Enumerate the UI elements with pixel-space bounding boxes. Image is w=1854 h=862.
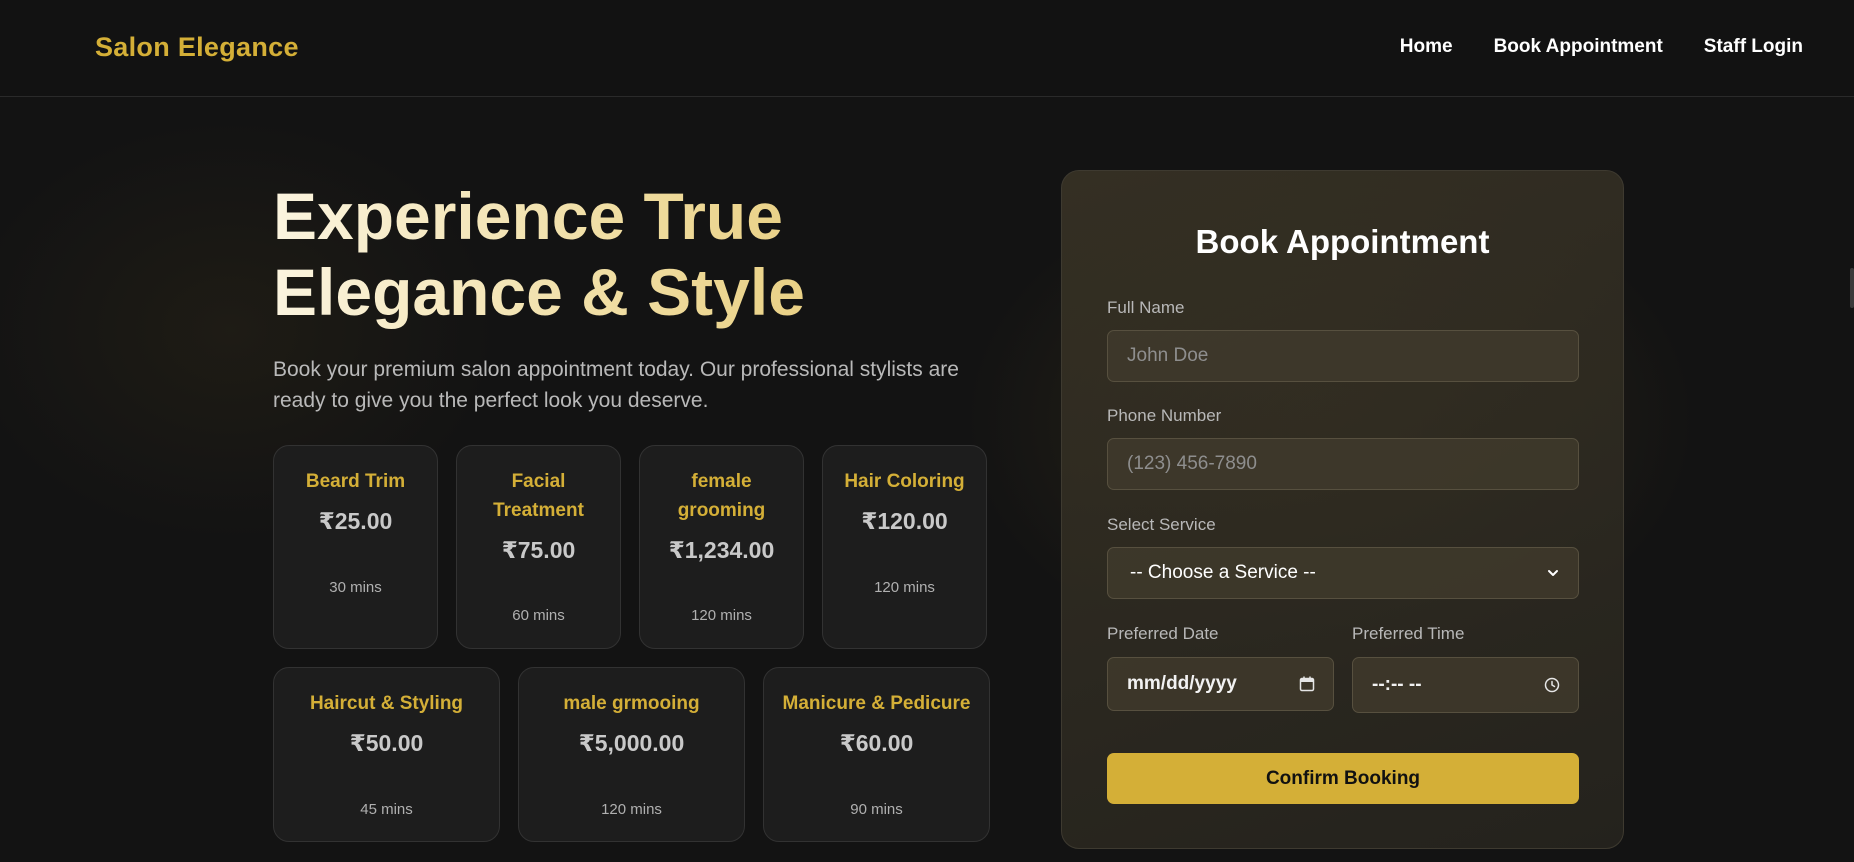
service-name: female grooming [677, 471, 766, 521]
service-select-label: Select Service [1107, 515, 1216, 534]
hero-section: Experience True Elegance & Style Book yo… [273, 178, 993, 416]
time-input[interactable]: --:-- -- [1352, 657, 1579, 713]
phone-label: Phone Number [1107, 406, 1222, 425]
brand-logo[interactable]: Salon Elegance [95, 32, 299, 63]
service-duration: 120 mins [691, 607, 752, 624]
service-duration: 120 mins [601, 801, 662, 818]
hero-subtitle: Book your premium salon appointment toda… [273, 358, 959, 412]
service-name: Beard Trim [305, 471, 406, 492]
hero-title-line2: Elegance & Style [273, 255, 805, 329]
service-name: Facial Treatment [493, 471, 584, 521]
service-price: ₹60.00 [839, 730, 914, 756]
service-price: ₹5,000.00 [578, 730, 685, 756]
full-name-input[interactable]: John Doe [1107, 330, 1579, 382]
service-select[interactable]: -- Choose a Service -- [1107, 547, 1579, 599]
booking-title: Book Appointment [1195, 223, 1490, 260]
date-label: Preferred Date [1107, 624, 1219, 643]
nav-links: Home Book Appointment Staff Login [1400, 36, 1803, 58]
service-select-value: -- Choose a Service -- [1130, 562, 1316, 583]
service-card-haircut-styling[interactable]: Haircut & Styling ₹50.00 45 mins [273, 667, 500, 842]
full-name-label: Full Name [1107, 298, 1185, 317]
service-card-facial-treatment[interactable]: Facial Treatment ₹75.00 60 mins [456, 445, 621, 649]
service-duration: 90 mins [850, 801, 903, 818]
service-card-male-grooming[interactable]: male grmooing ₹5,000.00 120 mins [518, 667, 745, 842]
service-card-manicure-pedicure[interactable]: Manicure & Pedicure ₹60.00 90 mins [763, 667, 990, 842]
service-card-hair-coloring[interactable]: Hair Coloring ₹120.00 120 mins [822, 445, 987, 649]
service-name: Haircut & Styling [309, 693, 464, 714]
service-card-female-grooming[interactable]: female grooming ₹1,234.00 120 mins [639, 445, 804, 649]
service-price: ₹120.00 [861, 508, 948, 534]
service-price: ₹50.00 [349, 730, 424, 756]
time-input-value: --:-- -- [1372, 674, 1422, 695]
service-price: ₹1,234.00 [668, 537, 775, 563]
scrollbar-thumb[interactable] [1850, 268, 1854, 308]
chevron-down-icon [1546, 566, 1560, 580]
service-card-beard-trim[interactable]: Beard Trim ₹25.00 30 mins [273, 445, 438, 649]
nav-link-book-appointment[interactable]: Book Appointment [1494, 36, 1663, 58]
services-row-2: Haircut & Styling ₹50.00 45 mins male gr… [273, 667, 990, 842]
service-price: ₹25.00 [318, 508, 393, 534]
service-name: male grmooing [563, 693, 700, 714]
service-duration: 60 mins [512, 607, 565, 624]
calendar-icon[interactable] [1299, 676, 1315, 692]
phone-input[interactable]: (123) 456-7890 [1107, 438, 1579, 490]
nav-link-staff-login[interactable]: Staff Login [1704, 36, 1803, 58]
hero-title: Experience True Elegance & Style [273, 178, 993, 330]
date-input[interactable]: mm/dd/yyyy [1107, 657, 1334, 711]
service-name: Manicure & Pedicure [782, 693, 971, 714]
service-name: Hair Coloring [844, 471, 965, 492]
nav-link-home[interactable]: Home [1400, 36, 1453, 58]
hero-title-line1: Experience True [273, 179, 783, 253]
service-duration: 30 mins [329, 579, 382, 596]
service-price: ₹75.00 [501, 537, 576, 563]
date-input-value: mm/dd/yyyy [1127, 673, 1237, 694]
clock-icon[interactable] [1544, 677, 1560, 693]
booking-panel: Book Appointment Full Name John Doe Phon… [1061, 170, 1624, 849]
confirm-booking-button[interactable]: Confirm Booking [1107, 753, 1579, 804]
services-row-1: Beard Trim ₹25.00 30 mins Facial Treatme… [273, 445, 987, 649]
navbar: Salon Elegance Home Book Appointment Sta… [0, 0, 1854, 97]
time-label: Preferred Time [1352, 624, 1465, 643]
service-duration: 120 mins [874, 579, 935, 596]
service-duration: 45 mins [360, 801, 413, 818]
